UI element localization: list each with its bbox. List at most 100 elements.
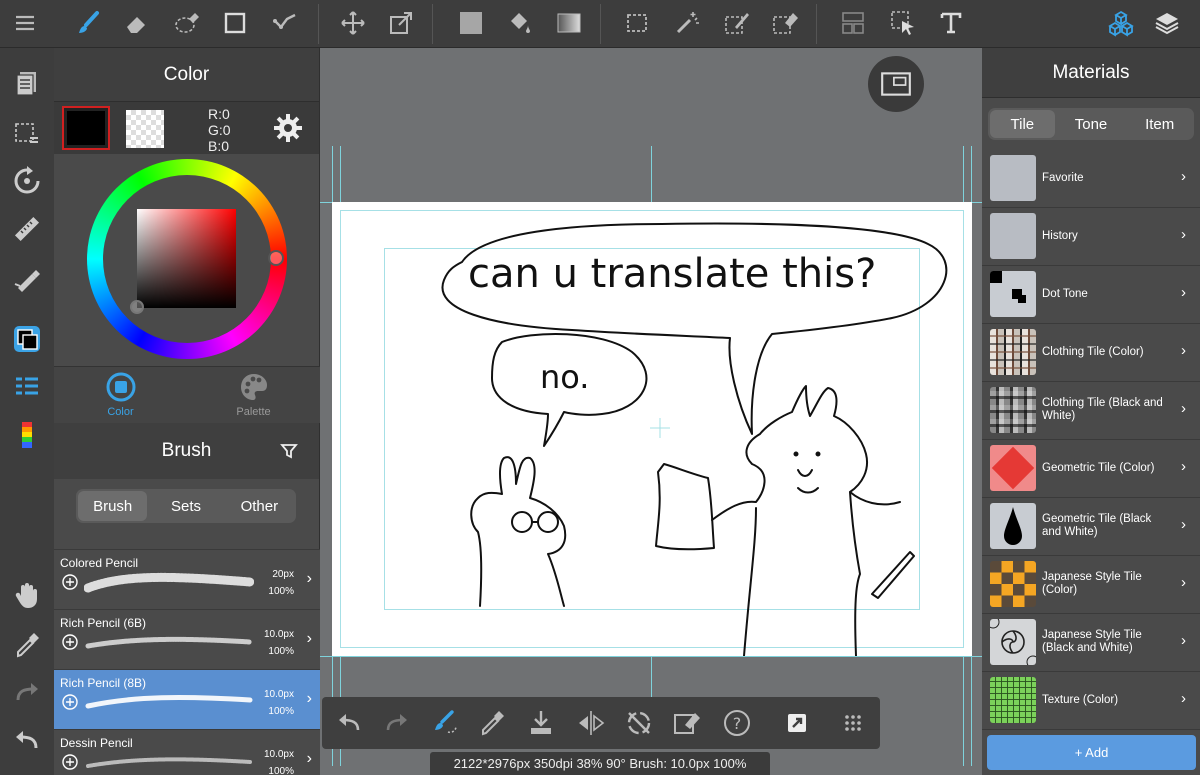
selection-eraser-icon[interactable] (170, 6, 204, 40)
segment-other[interactable]: Other (225, 491, 294, 521)
add-circle-icon[interactable] (62, 754, 78, 770)
material-item[interactable]: Texture (Color) › (982, 672, 1200, 730)
brush-size: 10.0px (263, 689, 294, 700)
material-thumbnail (990, 677, 1036, 723)
material-label: Favorite (1042, 171, 1084, 184)
flip-horizontal-icon[interactable] (576, 708, 606, 738)
tab-palette[interactable]: Palette (187, 371, 320, 418)
move-tool-icon[interactable] (336, 6, 370, 40)
add-material-button[interactable]: + Add (987, 735, 1196, 770)
magic-wand-icon[interactable] (670, 6, 704, 40)
material-item[interactable]: Favorite › (982, 150, 1200, 208)
brush-tool-icon[interactable] (72, 6, 106, 40)
brush-item[interactable]: Dessin Pencil 10.0px 100% › (54, 729, 320, 775)
clear-layer-icon[interactable] (672, 708, 702, 738)
segment-tile[interactable]: Tile (990, 110, 1055, 138)
transform-tool-icon[interactable] (384, 6, 418, 40)
fill-color-swatch-icon[interactable] (454, 6, 488, 40)
material-item[interactable]: Japanese Style Tile (Black and White) › (982, 614, 1200, 672)
undo-icon[interactable] (8, 722, 46, 760)
rectangle-tool-icon[interactable] (218, 6, 252, 40)
chevron-right-icon: › (1181, 632, 1186, 649)
undo-icon[interactable] (334, 708, 364, 738)
eyedropper-icon[interactable] (478, 708, 508, 738)
main-color-swatch[interactable] (62, 106, 110, 150)
selection-erase-icon[interactable] (768, 6, 802, 40)
material-item[interactable]: Dot Tone › (982, 266, 1200, 324)
brush-item-selected[interactable]: Rich Pencil (8B) 10.0px 100% › (54, 669, 320, 729)
help-icon[interactable]: ? (722, 708, 752, 738)
materials-title: Materials (982, 48, 1200, 98)
view-mode-button[interactable] (868, 56, 924, 112)
bucket-fill-icon[interactable] (502, 6, 536, 40)
filter-icon[interactable] (279, 441, 299, 461)
material-item[interactable]: Clothing Tile (Black and White) › (982, 382, 1200, 440)
sub-color-swatch[interactable] (126, 110, 164, 148)
selection-layer-icon[interactable] (8, 114, 46, 152)
rotate-reset-icon[interactable] (624, 708, 654, 738)
share-export-icon[interactable] (782, 708, 812, 738)
material-item[interactable]: Geometric Tile (Color) › (982, 440, 1200, 498)
pen-settings-icon[interactable] (8, 260, 46, 298)
brush-stroke-preview (84, 572, 254, 593)
chevron-right-icon[interactable]: › (307, 690, 312, 708)
saturation-value-square[interactable] (137, 209, 236, 308)
brush-panel: Brush Brush Sets Other Colored Pencil 20… (54, 423, 320, 775)
material-label: History (1042, 229, 1078, 242)
brush-list-toggle-icon[interactable] (8, 368, 46, 406)
chevron-right-icon[interactable]: › (307, 570, 312, 588)
brush-size-opacity: 20px 100% (268, 566, 294, 600)
palette-strip-icon[interactable] (8, 416, 46, 454)
material-item[interactable]: Geometric Tile (Black and White) › (982, 498, 1200, 556)
hue-handle[interactable] (268, 250, 284, 266)
eyedropper-icon[interactable] (8, 626, 46, 664)
add-circle-icon[interactable] (62, 574, 78, 590)
segment-tone[interactable]: Tone (1059, 110, 1124, 138)
material-item[interactable]: Clothing Tile (Color) › (982, 324, 1200, 382)
add-circle-icon[interactable] (62, 634, 78, 650)
brush-size: 10.0px (263, 629, 294, 640)
text-tool-icon[interactable] (934, 6, 968, 40)
more-grid-icon[interactable] (838, 708, 868, 738)
canvas-workspace[interactable]: can u translate this? no. (320, 48, 982, 775)
material-item[interactable]: History › (982, 208, 1200, 266)
material-item[interactable]: Japanese Style Tile (Color) › (982, 556, 1200, 614)
segment-sets[interactable]: Sets (151, 491, 220, 521)
value-handle[interactable] (130, 300, 144, 314)
rotate-canvas-icon[interactable] (8, 162, 46, 200)
snap-brush-icon[interactable] (430, 708, 460, 738)
layers-icon[interactable] (1150, 6, 1184, 40)
gear-icon[interactable] (272, 112, 304, 144)
tab-color[interactable]: Color (54, 371, 187, 418)
gradient-tool-icon[interactable] (552, 6, 586, 40)
color-wheel[interactable] (54, 154, 320, 366)
brush-size: 20px (272, 569, 294, 580)
redo-icon[interactable] (382, 708, 412, 738)
redo-icon[interactable] (8, 674, 46, 712)
hand-tool-icon[interactable] (8, 576, 46, 614)
segment-brush[interactable]: Brush (78, 491, 148, 521)
selection-rect-icon[interactable] (620, 6, 654, 40)
sketch-artwork: can u translate this? no. (441, 222, 948, 656)
eraser-tool-icon[interactable] (120, 6, 154, 40)
segment-item[interactable]: Item (1127, 110, 1192, 138)
chevron-right-icon[interactable]: › (307, 750, 312, 768)
chevron-right-icon[interactable]: › (307, 630, 312, 648)
ruler-icon[interactable] (8, 210, 46, 248)
page-manager-icon[interactable] (8, 64, 46, 102)
brush-item[interactable]: Rich Pencil (6B) 10.0px 100% › (54, 609, 320, 669)
materials-cubes-icon[interactable] (1104, 6, 1138, 40)
drawing-paper[interactable]: can u translate this? no. (332, 202, 972, 656)
object-select-icon[interactable] (886, 6, 920, 40)
bottom-toolbar: ? (322, 697, 880, 749)
selection-pen-icon[interactable] (720, 6, 754, 40)
red-value: R:0 (208, 106, 230, 122)
brush-item[interactable]: Colored Pencil 20px 100% › (54, 549, 320, 609)
speech-text-small: no. (540, 358, 589, 396)
add-circle-icon[interactable] (62, 694, 78, 710)
line-tool-icon[interactable] (268, 6, 302, 40)
color-panel-toggle-icon[interactable] (8, 320, 46, 358)
frame-divide-icon[interactable] (836, 6, 870, 40)
save-download-icon[interactable] (526, 708, 556, 738)
menu-icon[interactable] (8, 6, 42, 40)
